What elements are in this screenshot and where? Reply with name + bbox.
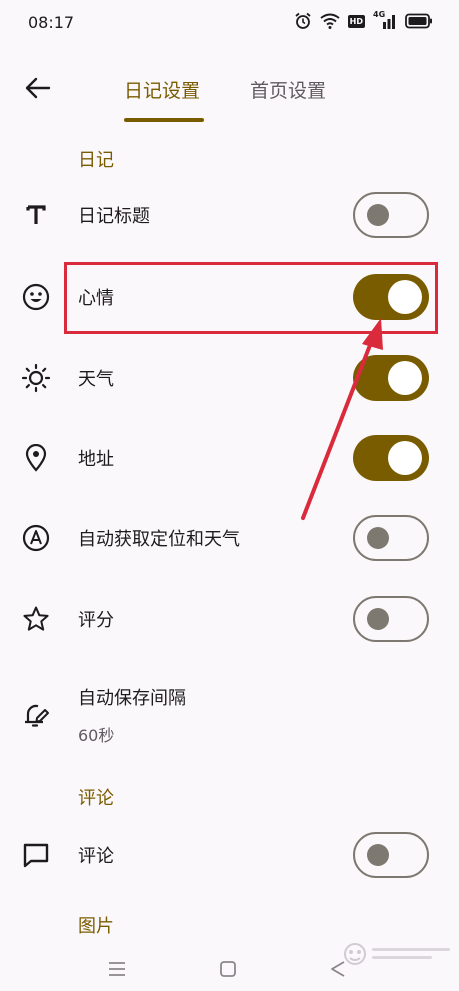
top-bar: 日记设置 首页设置	[0, 60, 459, 124]
home-square-icon[interactable]	[216, 957, 240, 981]
setting-label: 天气	[78, 369, 114, 390]
menu-icon[interactable]	[105, 957, 129, 981]
location-pin-icon	[20, 442, 52, 474]
setting-label: 日记标题	[78, 206, 150, 227]
setting-label: 评论	[78, 846, 114, 867]
toggle-knob	[367, 844, 389, 866]
star-icon	[20, 603, 52, 635]
setting-label: 评分	[78, 610, 114, 631]
setting-row-weather[interactable]: 天气	[0, 343, 459, 413]
autosave-value: 60秒	[78, 726, 115, 745]
back-triangle-icon[interactable]	[326, 957, 350, 981]
status-time: 08:17	[28, 13, 75, 32]
toggle-knob	[367, 527, 389, 549]
setting-label: 自动保存间隔	[78, 688, 186, 709]
section-header-diary: 日记	[78, 150, 114, 171]
address-toggle[interactable]	[353, 435, 429, 481]
setting-row-comments[interactable]: 评论	[0, 820, 459, 890]
toggle-knob	[388, 441, 422, 475]
text-t-icon	[20, 199, 52, 231]
setting-row-diary-title[interactable]: 日记标题	[0, 180, 459, 250]
status-bar: 08:17 HD 4G	[0, 0, 459, 46]
battery-icon	[405, 13, 433, 29]
toggle-knob	[367, 204, 389, 226]
circle-a-icon	[20, 522, 52, 554]
diary-title-toggle[interactable]	[353, 192, 429, 238]
bell-edit-icon	[20, 699, 52, 731]
setting-row-address[interactable]: 地址	[0, 423, 459, 493]
section-header-comments: 评论	[78, 788, 114, 809]
setting-row-rating[interactable]: 评分	[0, 584, 459, 654]
mood-toggle[interactable]	[353, 274, 429, 320]
setting-label: 心情	[78, 288, 114, 309]
setting-row-mood[interactable]: 心情	[0, 262, 459, 332]
4g-signal-icon: 4G	[373, 10, 397, 30]
active-tab-indicator	[124, 118, 204, 122]
navigation-bar	[0, 945, 459, 991]
tab-home-settings[interactable]: 首页设置	[250, 76, 326, 103]
alarm-icon	[294, 12, 312, 30]
comment-bubble-icon	[20, 839, 52, 871]
setting-row-auto-location-weather[interactable]: 自动获取定位和天气	[0, 503, 459, 573]
toggle-knob	[367, 608, 389, 630]
autosave-label-group: 自动保存间隔 60秒	[78, 684, 186, 746]
toggle-knob	[388, 361, 422, 395]
comments-toggle[interactable]	[353, 832, 429, 878]
section-header-images: 图片	[78, 916, 114, 937]
weather-toggle[interactable]	[353, 355, 429, 401]
setting-label: 地址	[78, 449, 114, 470]
arrow-left-icon	[25, 77, 51, 103]
setting-row-autosave-interval[interactable]: 自动保存间隔 60秒	[0, 672, 459, 758]
auto-location-weather-toggle[interactable]	[353, 515, 429, 561]
sun-icon	[20, 362, 52, 394]
setting-label: 自动获取定位和天气	[78, 529, 240, 550]
tab-diary-settings[interactable]: 日记设置	[124, 76, 200, 103]
smiley-icon	[20, 281, 52, 313]
toggle-knob	[388, 280, 422, 314]
hd-badge: HD	[347, 14, 365, 28]
wifi-icon	[320, 13, 340, 29]
status-icons: HD 4G	[294, 10, 433, 30]
rating-toggle[interactable]	[353, 596, 429, 642]
back-button[interactable]	[18, 70, 58, 110]
